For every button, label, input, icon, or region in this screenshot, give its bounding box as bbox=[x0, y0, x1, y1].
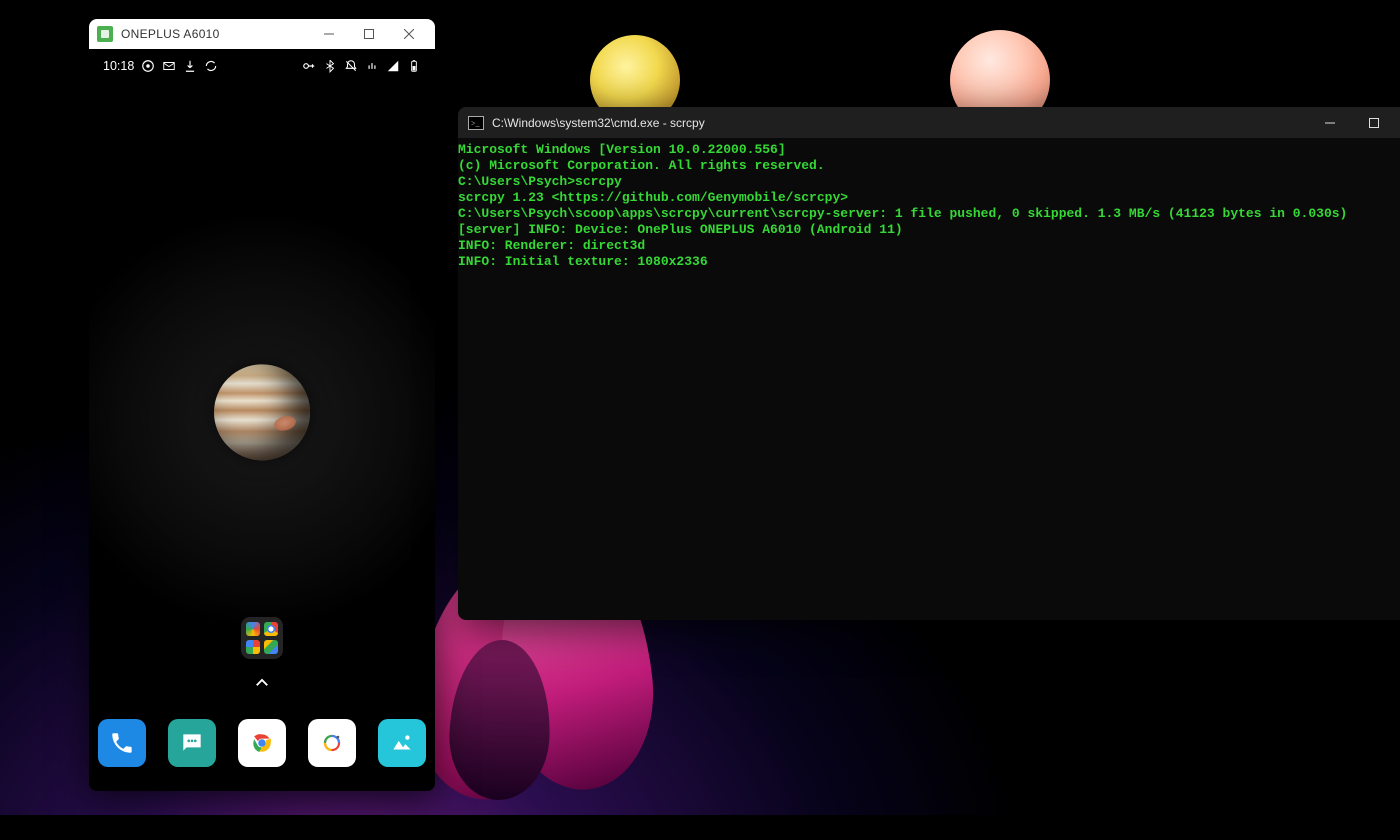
download-icon bbox=[183, 59, 197, 73]
maximize-button[interactable] bbox=[349, 19, 389, 49]
folder-app-google bbox=[246, 622, 260, 636]
cmd-line: C:\Users\Psych\scoop\apps\scrcpy\current… bbox=[458, 206, 1400, 222]
cmd-line: Microsoft Windows [Version 10.0.22000.55… bbox=[458, 142, 1400, 158]
cmd-line: INFO: Renderer: direct3d bbox=[458, 238, 1400, 254]
phone-app-icon[interactable] bbox=[98, 719, 146, 767]
messages-app-icon[interactable] bbox=[168, 719, 216, 767]
cmd-output[interactable]: Microsoft Windows [Version 10.0.22000.55… bbox=[458, 138, 1400, 620]
cmd-line: scrcpy 1.23 <https://github.com/Genymobi… bbox=[458, 190, 1400, 206]
sync-icon bbox=[204, 59, 218, 73]
data-icon bbox=[365, 59, 379, 73]
folder-app-photos bbox=[246, 640, 260, 654]
close-button[interactable] bbox=[389, 19, 429, 49]
scrcpy-window-title: ONEPLUS A6010 bbox=[121, 27, 309, 41]
vpn-key-icon bbox=[302, 59, 316, 73]
minimize-button[interactable] bbox=[309, 19, 349, 49]
signal-icon bbox=[386, 59, 400, 73]
wallpaper-jupiter bbox=[214, 364, 310, 460]
folder-app-drive bbox=[264, 640, 278, 654]
cmd-maximize-button[interactable] bbox=[1352, 107, 1396, 138]
gmail-icon bbox=[162, 59, 176, 73]
cmd-titlebar[interactable]: >_ C:\Windows\system32\cmd.exe - scrcpy bbox=[458, 107, 1400, 138]
folder-app-chrome bbox=[264, 622, 278, 636]
cmd-line: [server] INFO: Device: OnePlus ONEPLUS A… bbox=[458, 222, 1400, 238]
mute-icon bbox=[344, 59, 358, 73]
battery-icon bbox=[407, 59, 421, 73]
cmd-window[interactable]: >_ C:\Windows\system32\cmd.exe - scrcpy … bbox=[458, 107, 1400, 620]
cmd-window-title: C:\Windows\system32\cmd.exe - scrcpy bbox=[492, 116, 1308, 130]
bluetooth-icon bbox=[323, 59, 337, 73]
camera-app-icon[interactable] bbox=[308, 719, 356, 767]
scrcpy-app-icon bbox=[97, 26, 113, 42]
phone-dock bbox=[89, 719, 435, 767]
svg-text:>_: >_ bbox=[471, 119, 481, 128]
gallery-app-icon[interactable] bbox=[378, 719, 426, 767]
notification-icon bbox=[141, 59, 155, 73]
google-apps-folder[interactable] bbox=[241, 617, 283, 659]
phone-screen[interactable]: 10:18 bbox=[89, 49, 435, 791]
cmd-line: (c) Microsoft Corporation. All rights re… bbox=[458, 158, 1400, 174]
app-drawer-handle[interactable] bbox=[253, 674, 271, 697]
scrcpy-window[interactable]: ONEPLUS A6010 10:18 bbox=[89, 19, 435, 791]
chrome-app-icon[interactable] bbox=[238, 719, 286, 767]
scrcpy-titlebar[interactable]: ONEPLUS A6010 bbox=[89, 19, 435, 49]
status-time: 10:18 bbox=[103, 59, 134, 73]
cmd-icon: >_ bbox=[468, 116, 484, 130]
android-statusbar[interactable]: 10:18 bbox=[89, 55, 435, 77]
cmd-line: INFO: Initial texture: 1080x2336 bbox=[458, 254, 1400, 270]
cmd-minimize-button[interactable] bbox=[1308, 107, 1352, 138]
cmd-line: C:\Users\Psych>scrcpy bbox=[458, 174, 1400, 190]
